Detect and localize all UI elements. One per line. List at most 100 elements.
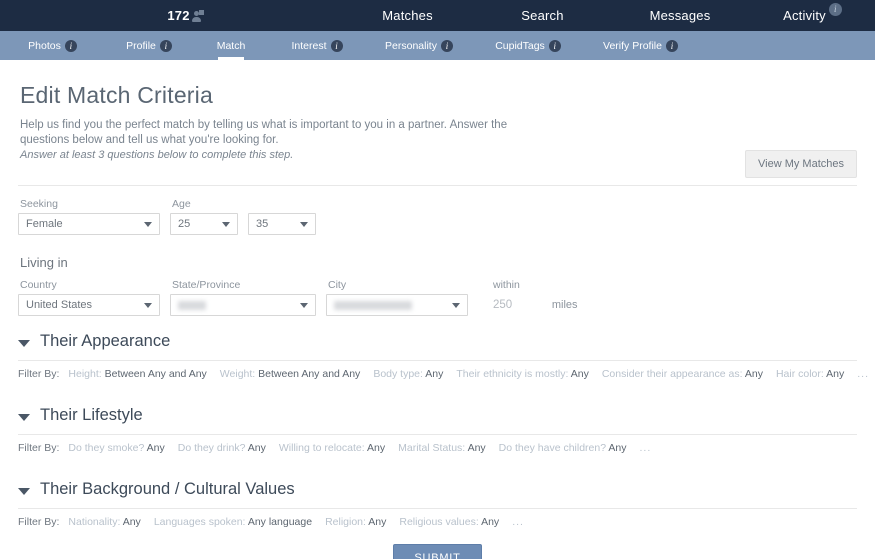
filter-row-their-background: Filter By: Nationality: Any Languages sp… [18, 516, 857, 538]
page-intro-note: Answer at least 3 questions below to com… [20, 149, 294, 161]
sidebar-item-photos[interactable]: Photos i [0, 31, 105, 60]
section-title-their-background: Their Background / Cultural Values [40, 480, 295, 498]
activity-info-icon[interactable]: i [828, 3, 842, 16]
sidebar-item-cupidtags[interactable]: CupidTags i [473, 31, 583, 60]
living-in-row: Country United States State/Province Cit… [18, 279, 857, 316]
filter-value: Any [481, 516, 500, 528]
filter-by-label: Filter By: [18, 368, 60, 380]
filter-item[interactable]: Marital Status: Any [398, 442, 486, 454]
filter-item[interactable]: Body type: Any [373, 368, 443, 380]
filter-value: Any [146, 442, 165, 454]
filter-item[interactable]: Their ethnicity is mostly: Any [456, 368, 588, 380]
section-title-their-appearance: Their Appearance [40, 332, 171, 350]
chevron-down-icon [144, 222, 152, 227]
state-label: State/Province [172, 279, 241, 291]
filter-value: Between Any and Any [104, 368, 207, 380]
sidebar-item-verify-profile[interactable]: Verify Profile i [583, 31, 698, 60]
filter-key: Marital Status: [398, 442, 466, 454]
filter-key: Nationality: [68, 516, 121, 528]
nav-item-search[interactable]: Search [475, 0, 610, 31]
person-add-icon [191, 9, 204, 23]
filter-value: Any [744, 368, 763, 380]
filter-value: Any [367, 442, 386, 454]
filter-item[interactable]: Languages spoken: Any language [154, 516, 312, 528]
criteria-accordion: Their Appearance Filter By: Height: Betw… [0, 332, 875, 538]
info-icon-verify-profile[interactable]: i [665, 39, 678, 52]
living-in-title: Living in [20, 255, 68, 270]
section-header-their-appearance[interactable]: Their Appearance [18, 332, 857, 351]
sidebar-item-match[interactable]: Match [193, 31, 269, 60]
chevron-down-icon [18, 413, 30, 421]
sidebar-item-interest[interactable]: Interest i [269, 31, 365, 60]
state-select[interactable] [170, 294, 316, 316]
section-their-background: Their Background / Cultural Values Filte… [18, 480, 857, 538]
info-icon-photos[interactable]: i [64, 39, 77, 52]
age-min-select[interactable]: 25 [170, 213, 238, 235]
filter-item[interactable]: Do they drink? Any [178, 442, 266, 454]
submit-button[interactable]: SUBMIT [393, 544, 482, 559]
age-label: Age [172, 198, 191, 210]
filter-item[interactable]: Willing to relocate: Any [279, 442, 385, 454]
filter-key: Body type: [373, 368, 423, 380]
match-count-indicator[interactable]: 172 [0, 0, 340, 31]
sidebar-item-profile[interactable]: Profile i [105, 31, 193, 60]
info-icon-profile[interactable]: i [159, 39, 172, 52]
age-min-value: 25 [178, 218, 191, 230]
filter-item[interactable]: Do they have children? Any [499, 442, 627, 454]
country-label: Country [20, 279, 57, 291]
filter-item[interactable]: Religious values: Any [399, 516, 499, 528]
info-icon-cupidtags[interactable]: i [548, 39, 561, 52]
page-intro-text: Help us find you the perfect match by te… [20, 119, 508, 146]
country-select[interactable]: United States [18, 294, 160, 316]
age-max-select[interactable]: 35 [248, 213, 316, 235]
filter-key: Height: [68, 368, 102, 380]
filter-more-ellipsis[interactable]: ... [857, 368, 869, 380]
criteria-basic-block: Seeking Female Age 25 35 Living in Count… [0, 186, 875, 316]
filter-by-label: Filter By: [18, 516, 60, 528]
info-icon-interest[interactable]: i [330, 39, 343, 52]
seeking-select[interactable]: Female [18, 213, 160, 235]
filter-key: Religious values: [399, 516, 479, 528]
filter-item[interactable]: Height: Between Any and Any [68, 368, 206, 380]
seeking-age-row: Seeking Female Age 25 35 [18, 198, 857, 235]
subnav-label-verify-profile: Verify Profile [603, 39, 662, 52]
city-value-redacted [334, 300, 412, 310]
section-header-their-lifestyle[interactable]: Their Lifestyle [18, 406, 857, 425]
subnav-label-cupidtags: CupidTags [495, 39, 545, 52]
chevron-down-icon [144, 303, 152, 308]
section-header-their-background[interactable]: Their Background / Cultural Values [18, 480, 857, 499]
section-rule [18, 360, 857, 361]
chevron-down-icon [18, 487, 30, 495]
filter-key: Do they have children? [498, 442, 607, 454]
section-title-their-lifestyle: Their Lifestyle [40, 406, 143, 424]
filter-item[interactable]: Nationality: Any [68, 516, 140, 528]
nav-item-matches[interactable]: Matches [340, 0, 475, 31]
view-my-matches-button[interactable]: View My Matches [745, 150, 857, 178]
filter-item[interactable]: Religion: Any [325, 516, 386, 528]
page-content: Edit Match Criteria Help us find you the… [0, 60, 875, 559]
filter-item[interactable]: Do they smoke? Any [68, 442, 164, 454]
subnav-label-match: Match [216, 39, 246, 52]
sub-navigation-bar: Photos i Profile i Match Interest i Pers… [0, 31, 875, 60]
country-field-group: Country United States [18, 279, 160, 316]
match-count-value: 172 [167, 8, 190, 23]
city-label: City [328, 279, 347, 291]
filter-item[interactable]: Consider their appearance as: Any [602, 368, 763, 380]
nav-label-messages: Messages [649, 8, 711, 23]
sidebar-item-personality[interactable]: Personality i [365, 31, 473, 60]
city-select[interactable] [326, 294, 468, 316]
nav-item-activity[interactable]: Activity i [750, 0, 875, 31]
filter-item[interactable]: Hair color: Any [776, 368, 844, 380]
filter-more-ellipsis[interactable]: ... [640, 442, 652, 454]
filter-value: Any language [247, 516, 313, 528]
filter-more-ellipsis[interactable]: ... [512, 516, 524, 528]
nav-label-activity: Activity [783, 8, 826, 23]
seeking-field-group: Seeking Female [18, 198, 160, 235]
filter-key: Consider their appearance as: [601, 368, 743, 380]
state-value-redacted [178, 300, 206, 310]
submit-area: SUBMIT [0, 544, 875, 559]
filter-item[interactable]: Weight: Between Any and Any [220, 368, 361, 380]
within-distance-value[interactable]: 250 [493, 294, 520, 316]
info-icon-personality[interactable]: i [440, 39, 453, 52]
nav-item-messages[interactable]: Messages [610, 0, 750, 31]
